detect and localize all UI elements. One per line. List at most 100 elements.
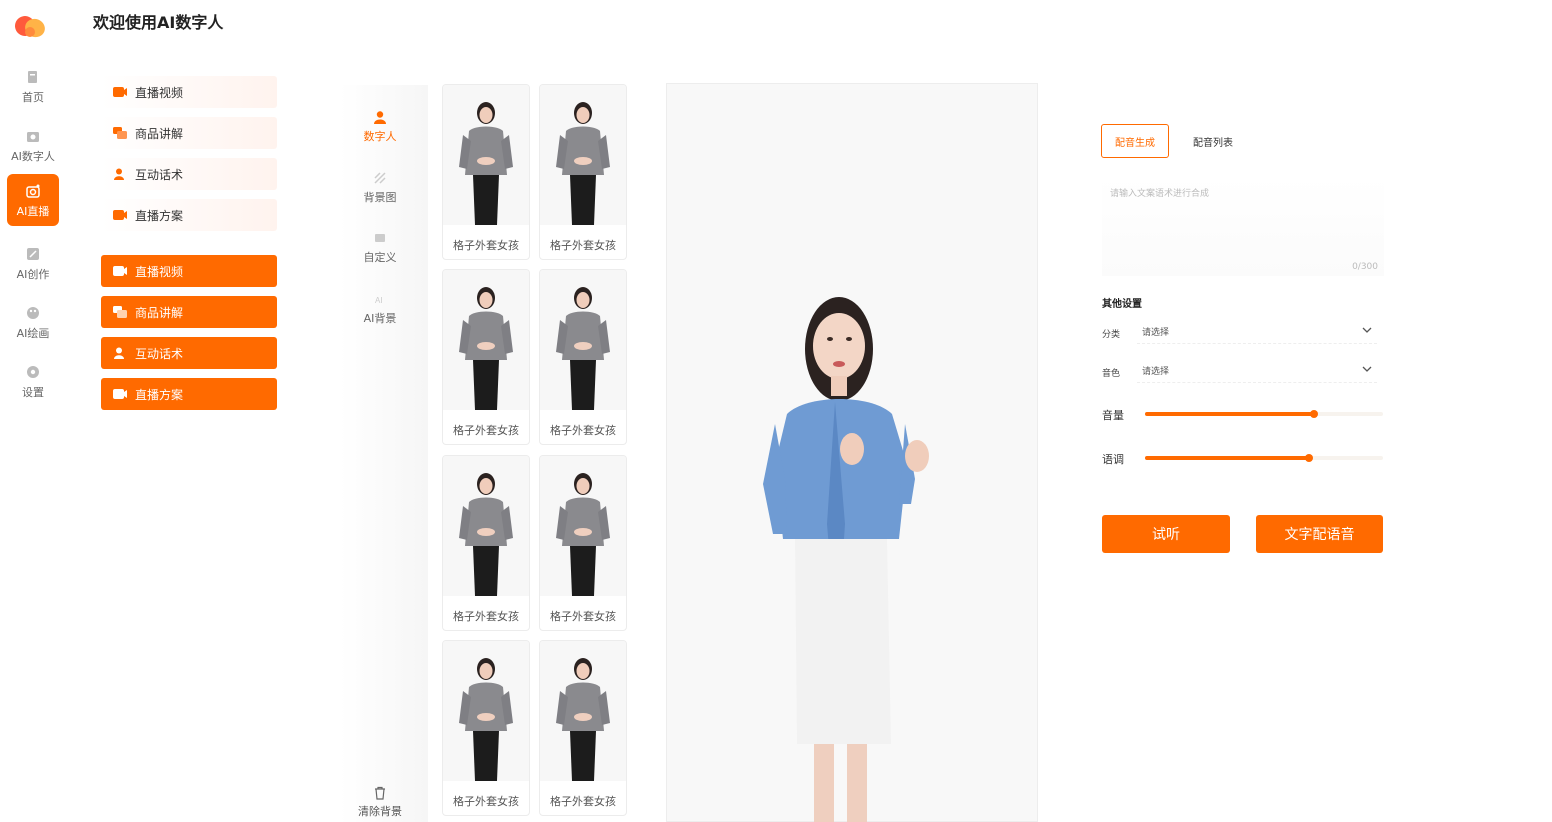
clear-background-label: 清除背景: [358, 805, 402, 818]
ai-icon: AI: [375, 296, 383, 305]
script-textarea[interactable]: 请输入文案语术进行合成 0/300: [1102, 176, 1384, 276]
rail-item-digital-human[interactable]: AI数字人: [7, 119, 59, 171]
menu-item-label: 互动话术: [135, 346, 184, 361]
left-rail: 首页 AI数字人 AI直播 AI创作 AI绘画 设置: [0, 0, 66, 822]
settings-icon: [27, 366, 39, 378]
menu-item-live-plan[interactable]: 直播方案: [101, 199, 277, 231]
avatar-card-label: 格子外套女孩: [453, 795, 519, 808]
video-icon: [113, 87, 127, 97]
menu-item-live-video[interactable]: 直播视频: [101, 76, 277, 108]
avatar-thumbnail: [443, 641, 529, 781]
avatar-card-label: 格子外套女孩: [550, 610, 616, 623]
avatar-thumbnail: [540, 270, 626, 410]
rail-item-label: 设置: [22, 386, 44, 399]
tab-voice-list[interactable]: 配音列表: [1180, 124, 1246, 158]
menu-item-label: 直播方案: [135, 387, 184, 402]
video-icon: [113, 210, 127, 220]
rail-item-ai-paint[interactable]: AI绘画: [7, 296, 59, 348]
background-icon: [374, 172, 386, 184]
avatar-thumbnail: [443, 270, 529, 410]
rail-item-label: AI创作: [16, 268, 50, 281]
home-icon: [28, 71, 37, 83]
menu-button-interactive-script[interactable]: 互动话术: [101, 337, 277, 369]
avatar-card-label: 格子外套女孩: [550, 795, 616, 808]
menu-item-label: 直播视频: [135, 264, 184, 279]
rail-item-label: AI绘画: [16, 327, 50, 340]
char-counter: 0/300: [1352, 262, 1378, 272]
avatar-card[interactable]: 格子外套女孩: [539, 455, 627, 631]
tone-slider-handle[interactable]: [1305, 454, 1314, 462]
chevron-down-icon: [1362, 327, 1372, 333]
rail-item-label: 首页: [22, 91, 44, 104]
textarea-placeholder: 请输入文案语术进行合成: [1110, 189, 1210, 199]
avatar-card[interactable]: 格子外套女孩: [442, 455, 530, 631]
avatar-card-label: 格子外套女孩: [550, 239, 616, 252]
svg-text:AI: AI: [375, 296, 383, 305]
person-icon: [374, 111, 386, 124]
avatar-thumbnail: [540, 641, 626, 781]
timbre-select-value: 请选择: [1142, 367, 1170, 377]
menu-item-interactive-script[interactable]: 互动话术: [101, 158, 277, 190]
avatar-card[interactable]: 格子外套女孩: [442, 84, 530, 260]
preview-stage: [666, 83, 1038, 822]
tab-ai-background[interactable]: AI AI背景: [350, 292, 410, 326]
app-logo[interactable]: [12, 10, 48, 40]
menu-item-label: 互动话术: [135, 167, 184, 182]
menu-button-product-talk[interactable]: 商品讲解: [101, 296, 277, 328]
timbre-label: 音色: [1102, 369, 1121, 379]
avatar-card[interactable]: 格子外套女孩: [442, 640, 530, 816]
user-icon: [114, 168, 124, 180]
avatar-card[interactable]: 格子外套女孩: [539, 269, 627, 445]
category-select[interactable]: 请选择: [1137, 318, 1377, 344]
rail-item-home[interactable]: 首页: [7, 60, 59, 112]
avatar-thumbnail: [443, 456, 529, 596]
tone-label: 语调: [1102, 453, 1124, 466]
tone-slider[interactable]: [1145, 454, 1383, 462]
clear-background-button[interactable]: 清除背景: [352, 786, 408, 819]
digital-human-icon: [27, 132, 39, 142]
tab-digital-human[interactable]: 数字人: [350, 110, 410, 144]
rail-item-ai-live[interactable]: AI直播: [7, 174, 59, 226]
tab-label: AI背景: [363, 312, 397, 325]
tone-slider-fill: [1145, 456, 1310, 460]
palette-icon: [27, 307, 39, 319]
tab-custom[interactable]: 自定义: [350, 231, 410, 265]
text-to-speech-button[interactable]: 文字配语音: [1256, 515, 1383, 553]
menu-button-live-video[interactable]: 直播视频: [101, 255, 277, 287]
rail-item-label: AI数字人: [11, 150, 55, 163]
volume-slider[interactable]: [1145, 410, 1383, 418]
volume-slider-handle[interactable]: [1309, 410, 1318, 418]
category-label: 分类: [1102, 330, 1121, 340]
avatar-card[interactable]: 格子外套女孩: [539, 640, 627, 816]
avatar-card-label: 格子外套女孩: [550, 424, 616, 437]
avatar-card[interactable]: 格子外套女孩: [442, 269, 530, 445]
trash-icon: [375, 786, 385, 800]
tab-voice-generate[interactable]: 配音生成: [1101, 124, 1169, 158]
avatar-card[interactable]: 格子外套女孩: [539, 84, 627, 260]
volume-label: 音量: [1102, 409, 1124, 422]
create-icon: [27, 248, 39, 260]
page-title: 欢迎使用AI数字人: [93, 13, 224, 32]
menu-button-live-plan[interactable]: 直播方案: [101, 378, 277, 410]
avatar-card-label: 格子外套女孩: [453, 239, 519, 252]
tab-label: 背景图: [363, 191, 397, 204]
user-icon: [114, 347, 124, 359]
avatar-thumbnail: [540, 456, 626, 596]
tab-background[interactable]: 背景图: [350, 171, 410, 205]
tab-label: 数字人: [363, 130, 397, 143]
video-icon: [113, 266, 127, 276]
avatar-thumbnail: [443, 85, 529, 225]
category-select-value: 请选择: [1142, 328, 1170, 338]
listen-button[interactable]: 试听: [1102, 515, 1230, 553]
menu-item-label: 商品讲解: [135, 305, 184, 320]
rail-item-ai-create[interactable]: AI创作: [7, 237, 59, 289]
timbre-select[interactable]: 请选择: [1137, 357, 1377, 383]
avatar-card-label: 格子外套女孩: [453, 424, 519, 437]
video-icon: [113, 389, 127, 399]
custom-icon: [375, 234, 385, 242]
menu-item-label: 直播视频: [135, 85, 184, 100]
chat-icon: [113, 127, 127, 139]
chat-icon: [113, 306, 127, 318]
menu-item-product-talk[interactable]: 商品讲解: [101, 117, 277, 149]
rail-item-settings[interactable]: 设置: [7, 355, 59, 407]
